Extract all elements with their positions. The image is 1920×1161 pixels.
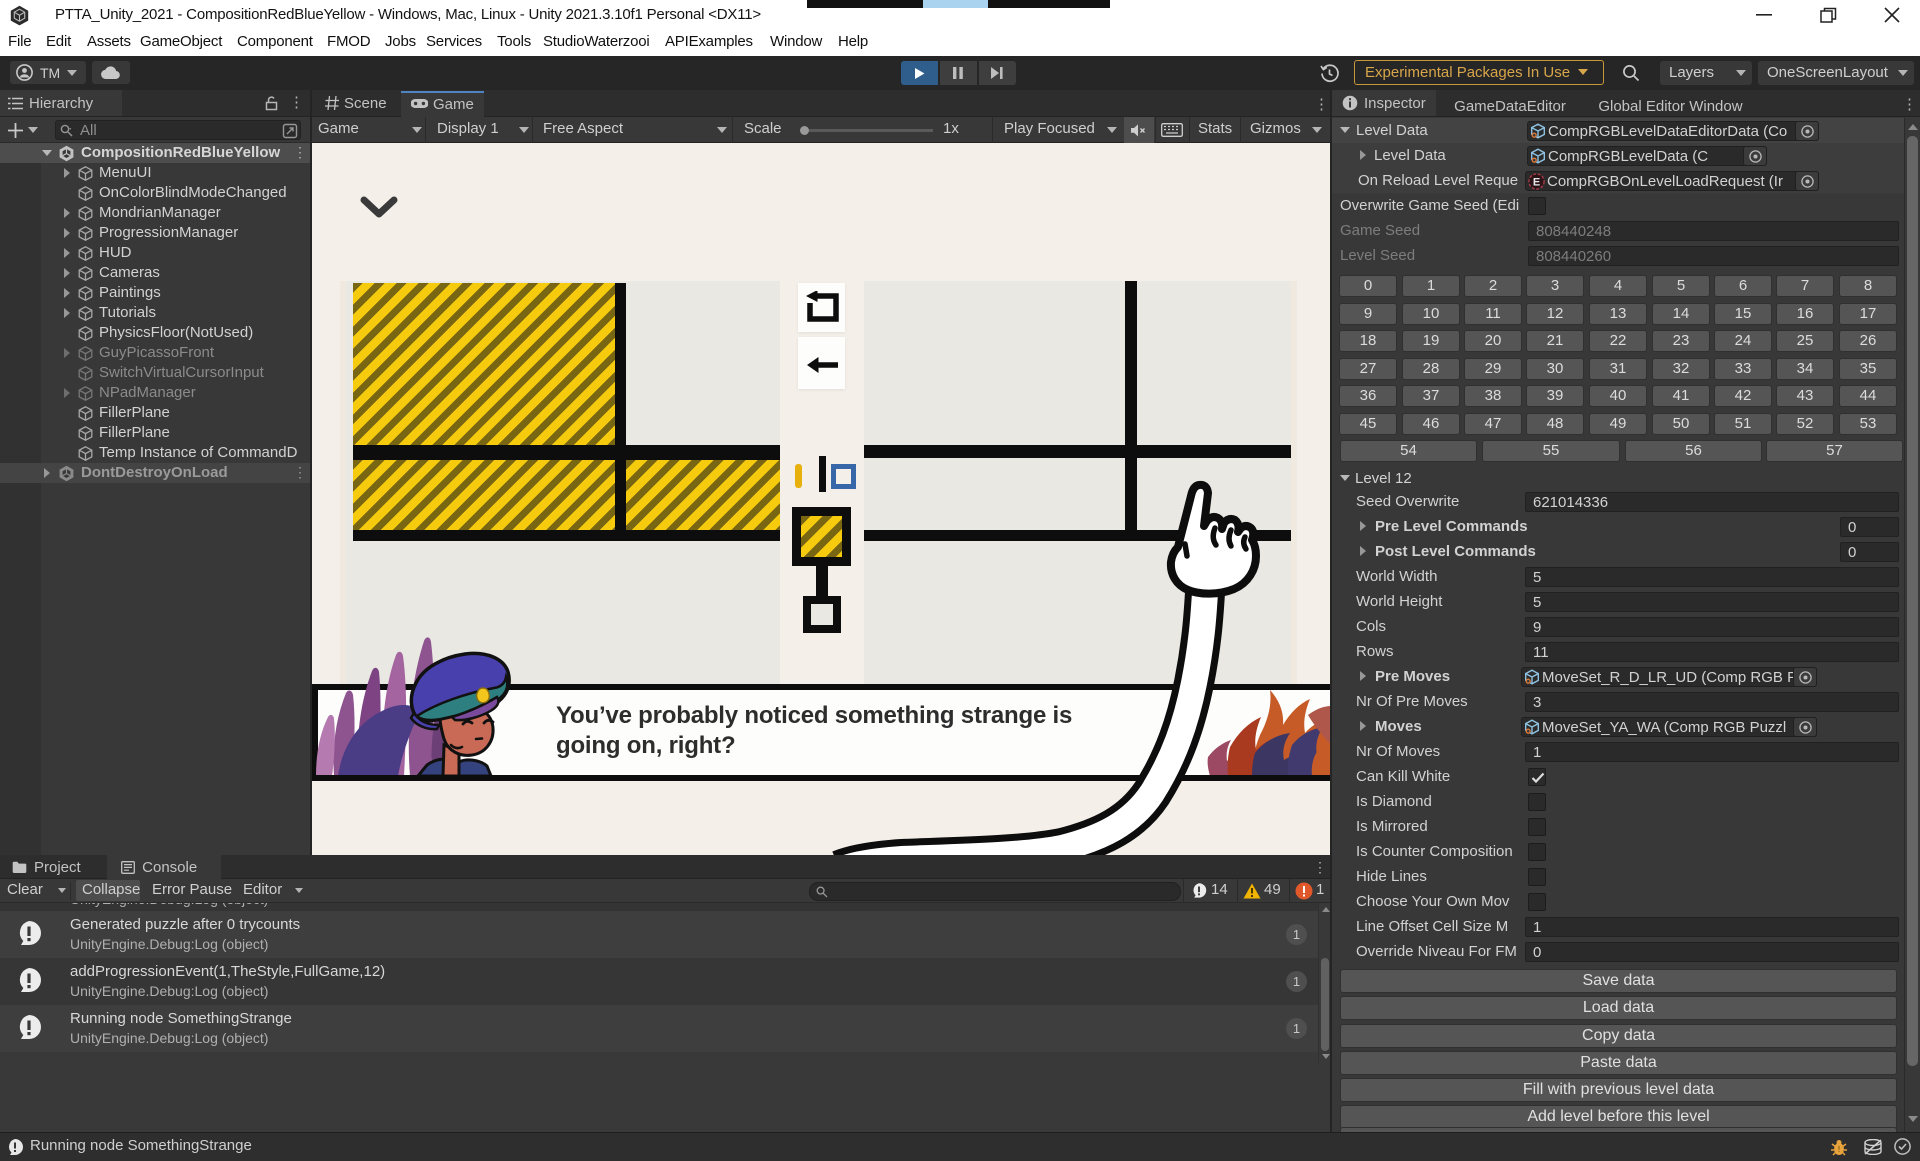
- svg-text:E: E: [1533, 176, 1540, 188]
- svg-text:!: !: [1838, 1145, 1840, 1154]
